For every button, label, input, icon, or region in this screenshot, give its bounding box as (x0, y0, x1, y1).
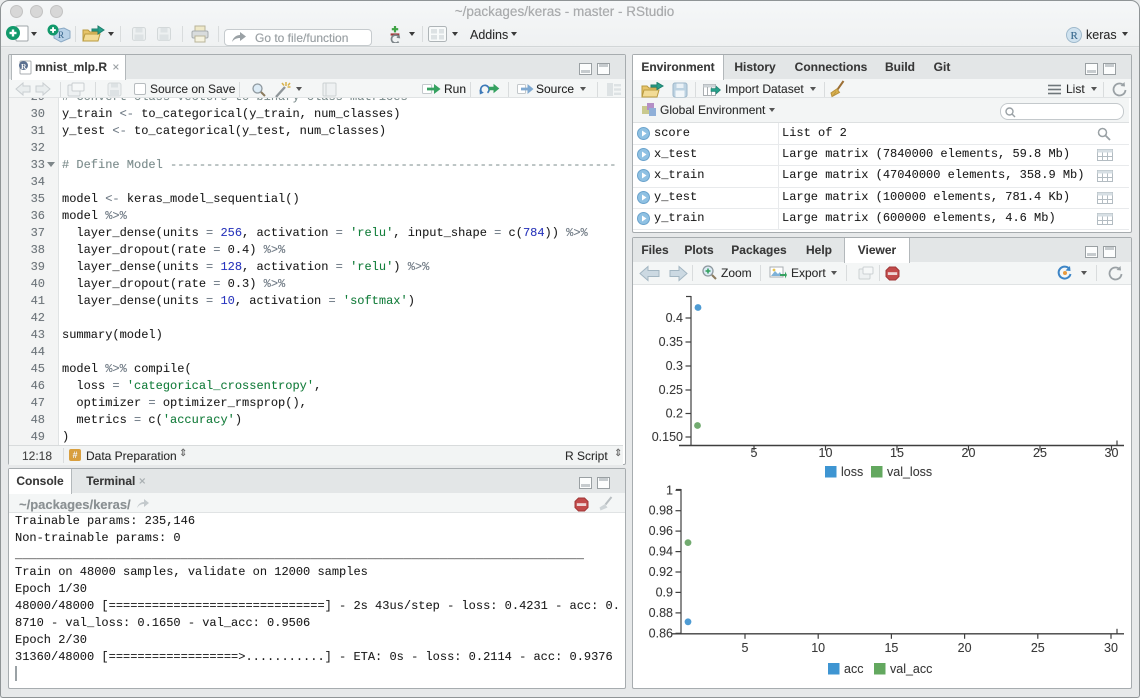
svg-text:15: 15 (890, 446, 904, 460)
svg-text:30: 30 (1104, 641, 1118, 655)
svg-text:10: 10 (811, 641, 825, 655)
svg-text:acc: acc (844, 662, 863, 676)
svg-text:0.9: 0.9 (656, 585, 673, 599)
svg-text:0.4: 0.4 (666, 311, 683, 325)
svg-text:20: 20 (962, 446, 976, 460)
svg-text:0.98: 0.98 (649, 504, 673, 518)
svg-text:20: 20 (958, 641, 972, 655)
svg-text:25: 25 (1033, 446, 1047, 460)
svg-text:0.94: 0.94 (649, 545, 673, 559)
svg-text:1: 1 (666, 483, 673, 497)
svg-text:val_loss: val_loss (887, 465, 932, 479)
svg-text:15: 15 (884, 641, 898, 655)
svg-text:0.150: 0.150 (652, 430, 683, 444)
svg-text:0.2: 0.2 (666, 407, 683, 421)
svg-text:30: 30 (1105, 446, 1119, 460)
svg-text:val_acc: val_acc (890, 662, 932, 676)
svg-text:R: R (1071, 30, 1079, 42)
svg-text:25: 25 (1031, 641, 1045, 655)
svg-text:5: 5 (751, 446, 758, 460)
svg-text:0.92: 0.92 (649, 565, 673, 579)
svg-text:R: R (21, 62, 27, 71)
svg-text:0.3: 0.3 (666, 359, 683, 373)
svg-text:0.35: 0.35 (659, 335, 683, 349)
svg-text:5: 5 (742, 641, 749, 655)
svg-text:R: R (58, 30, 64, 40)
svg-text:0.25: 0.25 (659, 383, 683, 397)
svg-text:0.88: 0.88 (649, 606, 673, 620)
svg-text:10: 10 (819, 446, 833, 460)
svg-text:loss: loss (841, 465, 863, 479)
svg-text:0.96: 0.96 (649, 524, 673, 538)
svg-text:0.86: 0.86 (649, 626, 673, 640)
